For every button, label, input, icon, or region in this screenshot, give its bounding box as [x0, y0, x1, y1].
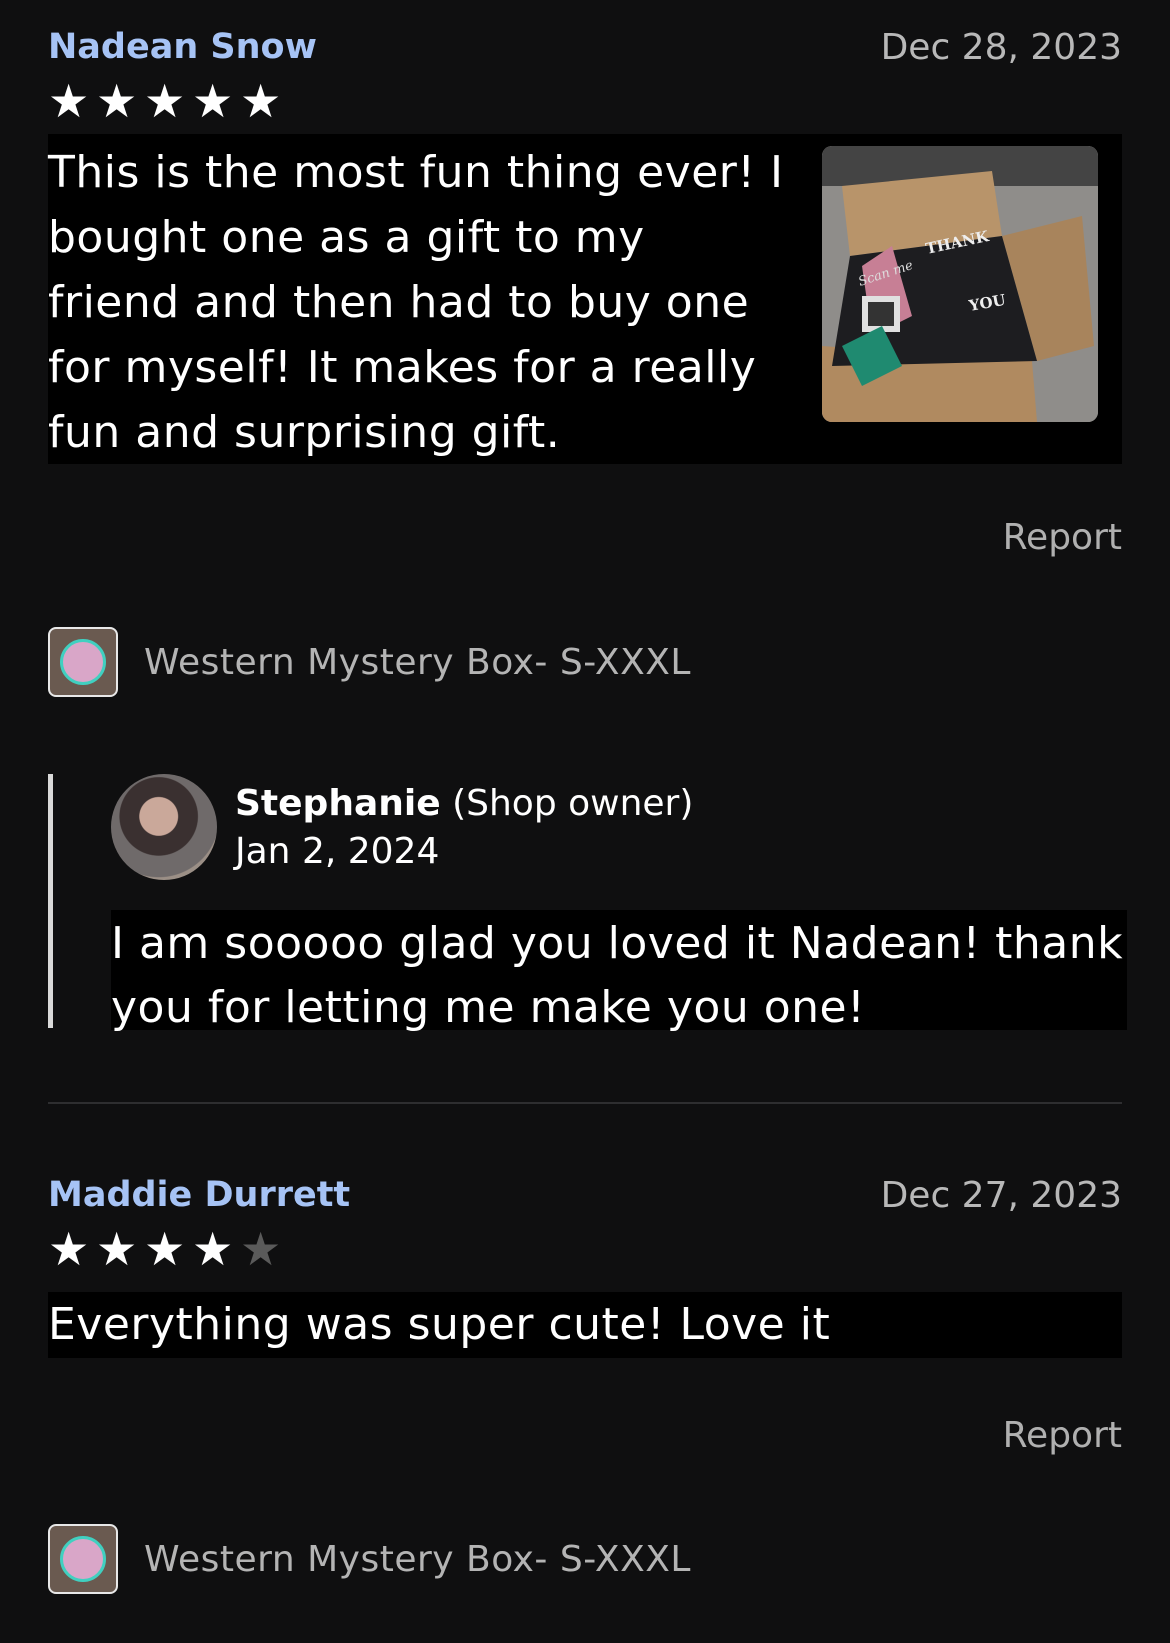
owner-role: (Shop owner) [452, 783, 694, 824]
star-icon: ★ [240, 74, 282, 128]
reviewer-name[interactable]: Maddie Durrett [48, 1175, 350, 1215]
star-icon: ★ [96, 1222, 138, 1276]
product-name[interactable]: Western Mystery Box- S-XXXL [144, 642, 691, 683]
owner-reply: Stephanie (Shop owner) Jan 2, 2024 I am … [48, 774, 1127, 1033]
review-divider [48, 1102, 1122, 1104]
reply-body: I am sooooo glad you loved it Nadean! th… [111, 910, 1127, 1033]
product-link[interactable]: Western Mystery Box- S-XXXL [48, 1524, 691, 1594]
review-card: Maddie Durrett Dec 27, 2023 ★ ★ ★ ★ ★ Ev… [48, 1170, 1122, 1594]
review-body: This is the most fun thing ever! I bough… [48, 134, 1122, 464]
owner-name: Stephanie [235, 783, 441, 824]
review-photo[interactable]: THANK YOU Scan me [822, 146, 1098, 422]
star-empty-icon: ★ [240, 1222, 282, 1276]
review-date: Dec 28, 2023 [880, 26, 1122, 68]
star-icon: ★ [144, 1222, 186, 1276]
product-thumbnail[interactable] [48, 1524, 118, 1594]
star-icon: ★ [144, 74, 186, 128]
star-icon: ★ [192, 1222, 234, 1276]
review-body: Everything was super cute! Love it [48, 1292, 1122, 1358]
review-header: Nadean Snow Dec 28, 2023 [48, 22, 1122, 72]
star-icon: ★ [96, 74, 138, 128]
star-icon: ★ [192, 74, 234, 128]
owner-meta: Stephanie (Shop owner) Jan 2, 2024 [235, 780, 693, 876]
product-link[interactable]: Western Mystery Box- S-XXXL [48, 627, 691, 697]
review-date: Dec 27, 2023 [880, 1174, 1122, 1216]
star-rating: ★ ★ ★ ★ ★ [48, 1226, 1122, 1272]
review-header: Maddie Durrett Dec 27, 2023 [48, 1170, 1122, 1220]
report-link[interactable]: Report [1003, 517, 1122, 558]
avatar [111, 774, 217, 880]
reviewer-name[interactable]: Nadean Snow [48, 27, 317, 67]
star-icon: ★ [48, 1222, 90, 1276]
review-card: Nadean Snow Dec 28, 2023 ★ ★ ★ ★ ★ This … [48, 22, 1122, 697]
star-rating: ★ ★ ★ ★ ★ [48, 78, 1122, 124]
review-text: Everything was super cute! Love it [48, 1299, 831, 1350]
product-thumbnail[interactable] [48, 627, 118, 697]
reply-text: I am sooooo glad you loved it Nadean! th… [111, 918, 1124, 1033]
review-text: This is the most fun thing ever! I bough… [48, 147, 784, 458]
report-link[interactable]: Report [1003, 1415, 1122, 1456]
star-icon: ★ [48, 74, 90, 128]
product-name[interactable]: Western Mystery Box- S-XXXL [144, 1539, 691, 1580]
reply-date: Jan 2, 2024 [235, 831, 440, 872]
